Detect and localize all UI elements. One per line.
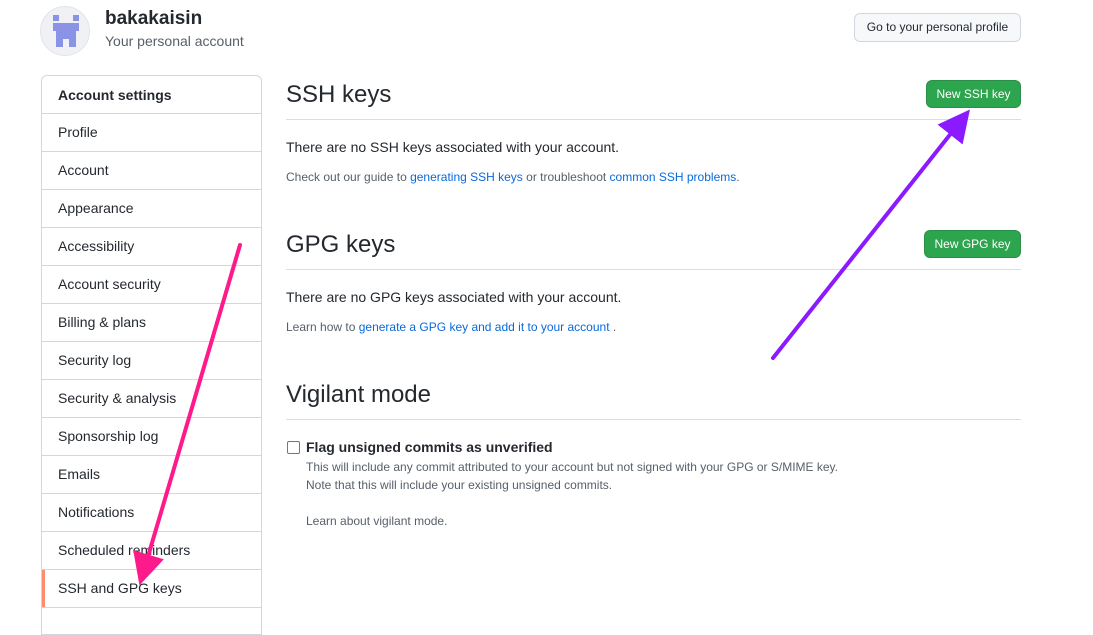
gpg-keys-title: GPG keys [286,231,396,258]
sidebar-item-billing[interactable]: Billing & plans [42,304,261,342]
avatar[interactable] [40,6,90,56]
vigilant-mode-checkbox-label[interactable]: Flag unsigned commits as unverified [306,439,553,455]
gpg-learn-text: Learn how to generate a GPG key and add … [286,320,616,334]
generating-ssh-keys-link[interactable]: generating SSH keys [410,170,523,184]
sidebar-item-appearance[interactable]: Appearance [42,190,261,228]
ssh-keys-title: SSH keys [286,81,392,108]
sidebar-item-scheduled-reminders[interactable]: Scheduled reminders [42,532,261,570]
vigilant-mode-checkbox[interactable] [287,441,300,454]
sidebar-item-security-analysis[interactable]: Security & analysis [42,380,261,418]
common-ssh-problems-link[interactable]: common SSH problems [610,170,737,184]
gpg-learn-prefix: Learn how to [286,320,359,334]
learn-vigilant-mode-link[interactable]: Learn about vigilant mode. [306,514,447,528]
sidebar-item-account[interactable]: Account [42,152,261,190]
vigilant-divider [286,419,1021,420]
ssh-guide-suffix: . [736,170,740,184]
identicon-icon [53,15,79,47]
sidebar-item-ssh-gpg-keys[interactable]: SSH and GPG keys [42,570,261,608]
account-subtitle: Your personal account [105,33,244,49]
ssh-empty-message: There are no SSH keys associated with yo… [286,139,620,155]
sidebar-item-notifications[interactable]: Notifications [42,494,261,532]
new-gpg-key-button[interactable]: New GPG key [924,230,1021,258]
settings-sidebar: Account settings Profile Account Appeara… [41,75,262,635]
vigilant-note-line1: This will include any commit attributed … [306,460,839,474]
vigilant-mode-title: Vigilant mode [286,381,431,408]
gpg-divider [286,269,1021,270]
sidebar-item-sponsorship-log[interactable]: Sponsorship log [42,418,261,456]
new-ssh-key-button[interactable]: New SSH key [926,80,1021,108]
ssh-guide-middle: or troubleshoot [522,170,610,184]
sidebar-header: Account settings [42,76,261,114]
ssh-divider [286,119,1021,120]
generate-gpg-key-link[interactable]: generate a GPG key and add it to your ac… [359,320,610,334]
sidebar-item-account-security[interactable]: Account security [42,266,261,304]
gpg-learn-suffix: . [609,320,617,334]
sidebar-item-profile[interactable]: Profile [42,114,261,152]
ssh-guide-text: Check out our guide to generating SSH ke… [286,170,740,184]
go-to-profile-button[interactable]: Go to your personal profile [854,13,1021,42]
vigilant-note-line2: Note that this will include your existin… [306,478,613,492]
account-username[interactable]: bakakaisin [105,8,202,30]
ssh-guide-prefix: Check out our guide to [286,170,411,184]
sidebar-item-security-log[interactable]: Security log [42,342,261,380]
sidebar-item-accessibility[interactable]: Accessibility [42,228,261,266]
gpg-empty-message: There are no GPG keys associated with yo… [286,289,622,305]
sidebar-item-emails[interactable]: Emails [42,456,261,494]
